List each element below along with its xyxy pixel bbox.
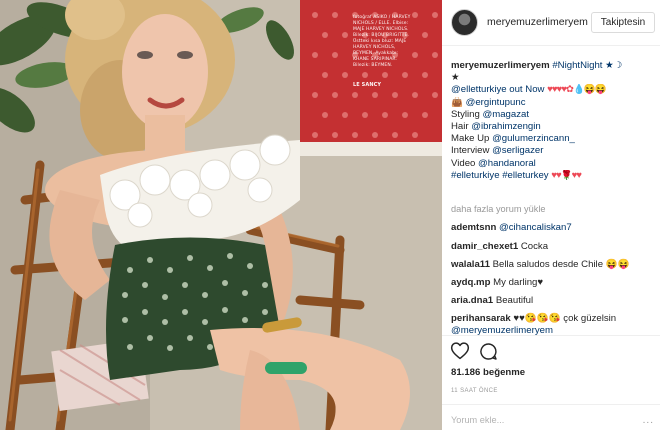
- caption: meryemuzerlimeryem #NightNight ★☽ ★ @ell…: [451, 60, 656, 182]
- caption-role: Hair: [451, 121, 472, 133]
- comment-mention[interactable]: @cihancaliskan7: [499, 222, 572, 233]
- comment-icon[interactable]: [479, 342, 498, 361]
- comment-user[interactable]: damir_chexet1: [451, 241, 518, 252]
- comment-user[interactable]: aria.dna1: [451, 295, 493, 306]
- post-side-panel: meryemuzerlimeryem Takiptesin meryemuzer…: [442, 0, 660, 430]
- caption-emojis: ♥♥♥♥✿💧😝😝: [547, 84, 607, 96]
- caption-line: Interview @serligazer: [451, 145, 656, 157]
- post-photo: fotoğraf ASIKO / HARVEY NICHOLS / ELLE. …: [0, 0, 442, 430]
- likes-count[interactable]: 81.186 beğenme: [451, 367, 525, 378]
- caption-line: Styling @magazat: [451, 109, 656, 121]
- post-actions: 81.186 beğenme 11 SAAT ÖNCE: [442, 335, 660, 395]
- comment-text: Сосkа: [520, 241, 549, 252]
- caption-hashtag[interactable]: #NightNight ★☽: [552, 60, 622, 71]
- caption-line: Hair @ibrahimzengin: [451, 121, 656, 133]
- comment-text: My darling♥: [493, 277, 544, 288]
- comment-item: aydq.mp My darling♥: [451, 277, 543, 288]
- header-username[interactable]: meryemuzerlimeryem: [487, 16, 588, 28]
- comment-item: walala11 Bella saludos desde Chile 😝😝: [451, 259, 630, 270]
- caption-mention[interactable]: @handanoral: [478, 158, 536, 169]
- comment-text: Bella saludos desde Chile 😝😝: [492, 259, 630, 270]
- following-button[interactable]: Takiptesin: [591, 12, 655, 33]
- add-comment-placeholder: Yorum ekle...: [451, 415, 505, 425]
- comment-user[interactable]: walala11: [451, 259, 490, 270]
- caption-line: @elletturkiye out Now ♥♥♥♥✿💧😝😝: [451, 84, 656, 96]
- caption-line: meryemuzerlimeryem #NightNight ★☽: [451, 60, 656, 72]
- caption-hashtags[interactable]: #elleturkiye #elleturkey: [451, 170, 549, 181]
- caption-line: #elleturkiye #elleturkey ♥♥🌹♥♥: [451, 170, 656, 182]
- comment-text: Beautiful: [495, 295, 534, 306]
- more-options-icon[interactable]: ...: [643, 415, 654, 426]
- caption-mention[interactable]: @ibrahimzengin: [471, 121, 540, 132]
- comment-user[interactable]: ademtsnn: [451, 222, 496, 233]
- caption-line: Make Up @gulumerzincann_: [451, 133, 656, 145]
- comment-item: aria.dna1 Beautiful: [451, 295, 533, 306]
- post-timestamp: 11 SAAT ÖNCE: [451, 388, 498, 394]
- caption-role: Styling: [451, 108, 483, 120]
- caption-mention[interactable]: @gulumerzincann_: [492, 133, 575, 144]
- comment-item: damir_chexet1 Сосkа: [451, 241, 548, 252]
- caption-role: Video: [451, 157, 479, 169]
- caption-line: ★: [451, 72, 460, 84]
- caption-mention[interactable]: @magazat: [482, 109, 529, 120]
- caption-mention[interactable]: @elletturkiye out Now: [451, 84, 544, 95]
- caption-role: Interview: [451, 145, 493, 157]
- comment-text: ♥♥😘😘😘 çok güzelsin: [513, 313, 617, 324]
- comment-user[interactable]: aydq.mp: [451, 277, 490, 288]
- comment-user[interactable]: perihansarak: [451, 313, 511, 324]
- caption-mention[interactable]: 👜 @ergintuрunc: [451, 97, 656, 109]
- comment-item: ademtsnn @cihancaliskan7: [451, 222, 572, 233]
- caption-emojis: ♥♥🌹♥♥: [551, 169, 582, 181]
- load-more-comments[interactable]: daha fazla yorum yükle: [451, 204, 545, 214]
- caption-role: Make Up: [451, 133, 493, 145]
- caption-mention[interactable]: @serligazer: [492, 145, 543, 156]
- comment-item: perihansarak ♥♥😘😘😘 çok güzelsin: [451, 313, 616, 324]
- add-comment-field[interactable]: Yorum ekle... ...: [442, 404, 660, 430]
- heart-icon[interactable]: [450, 341, 470, 360]
- post-header: meryemuzerlimeryem Takiptesin: [442, 0, 660, 46]
- magazine-credits: fotoğraf ASIKO / HARVEY NICHOLS / ELLE. …: [353, 15, 411, 68]
- magazine-corner-label: LE SANCY: [353, 82, 382, 88]
- caption-line: Video @handanoral: [451, 158, 656, 170]
- caption-author[interactable]: meryemuzerlimeryem: [451, 60, 550, 71]
- avatar[interactable]: [451, 9, 478, 36]
